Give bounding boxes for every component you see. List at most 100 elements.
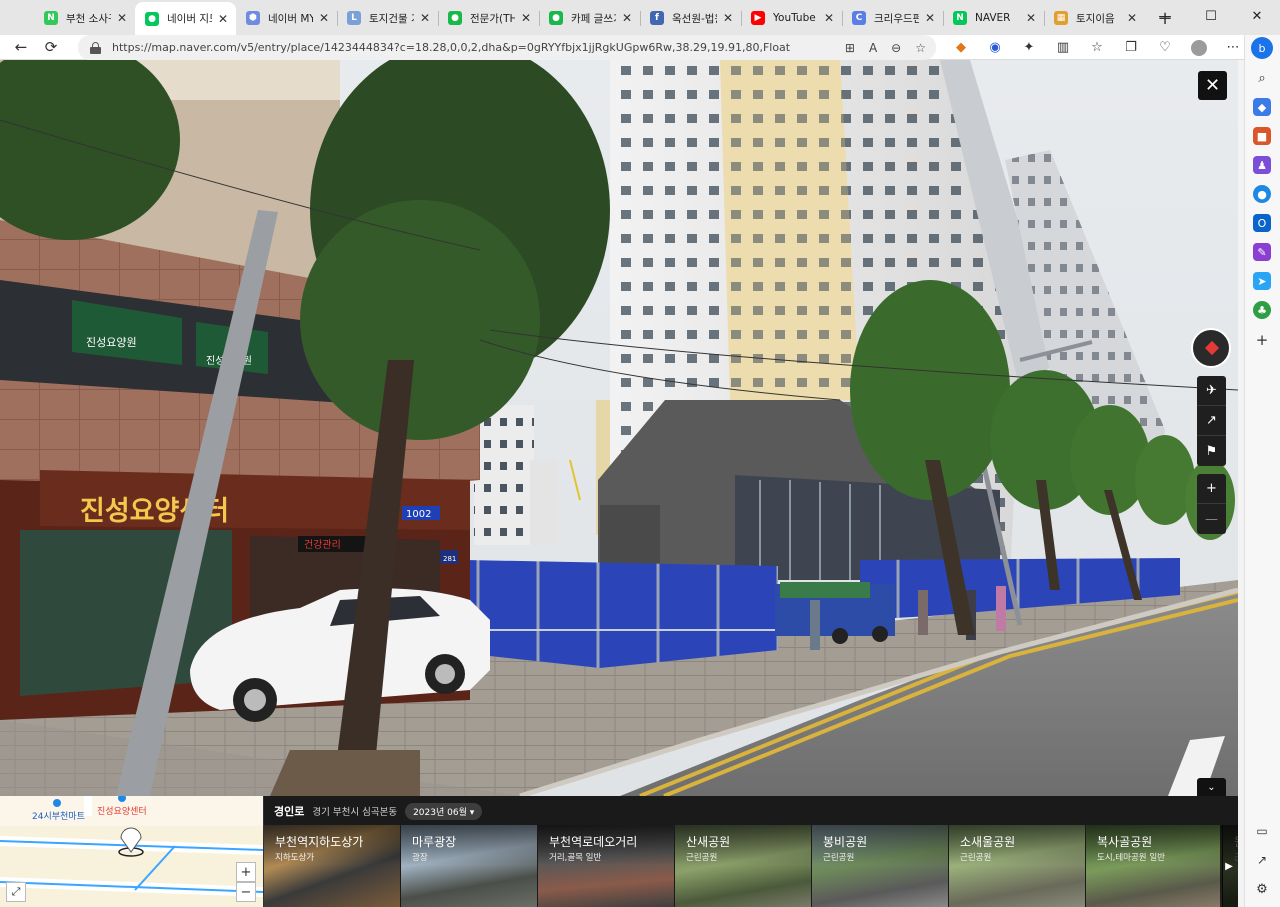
tree-icon[interactable]: ♣ (1253, 301, 1271, 319)
zoom-out-icon[interactable]: — (1197, 504, 1226, 534)
browser-tab[interactable]: N NAVER ✕ (943, 3, 1044, 33)
next-places-arrow-icon[interactable]: ▶ (1220, 825, 1238, 907)
street-view-image: 진성요양원 진성요양원 진성요양센터 1002 건강관리 281 (0, 60, 1238, 796)
microsoft-365-icon[interactable]: ● (1253, 185, 1271, 203)
favorite-star-icon[interactable]: ☆ (915, 41, 926, 55)
clinic-sign-1: 진성요양원 (86, 336, 137, 349)
tab-title: 전문가(THE (470, 12, 515, 25)
browser-tab[interactable]: ● 전문가(THE ✕ (438, 3, 539, 33)
collections-icon[interactable]: ❐ (1114, 35, 1148, 60)
close-street-view-button[interactable]: ✕ (1198, 71, 1227, 100)
browser-tab[interactable]: ⬢ 네이버 MYB ✕ (236, 3, 337, 33)
zoom-out-icon[interactable]: ⊖ (891, 41, 901, 55)
share-icon[interactable]: ↗ (1197, 406, 1226, 436)
close-tab-icon[interactable]: ✕ (418, 11, 432, 25)
place-card[interactable]: 봉비공원 근린공원 (812, 825, 948, 907)
place-name: 부천역지하도상가 (275, 835, 364, 849)
browser-tab[interactable]: f 옥선원-법원 ✕ (640, 3, 741, 33)
bing-copilot-icon[interactable]: b (1251, 37, 1273, 59)
sidebar-layout-icon[interactable]: ▭ (1253, 822, 1271, 840)
cafe-green-icon: ● (549, 11, 563, 25)
place-card[interactable]: 부천역지하도상가지하도상가 (264, 825, 400, 907)
games-icon[interactable]: ♟ (1253, 156, 1271, 174)
extensions-puzzle-icon[interactable]: ✦ (1012, 35, 1046, 60)
place-name: 소새울공원 (960, 835, 1016, 849)
place-card[interactable]: 소새울공원근린공원 (949, 825, 1085, 907)
outlook-icon[interactable]: O (1253, 214, 1271, 232)
place-card[interactable]: 마루광장 광장 (401, 825, 537, 907)
address-number-sign: 1002 (406, 509, 431, 520)
street-view-panorama[interactable]: 진성요양원 진성요양원 진성요양센터 1002 건강관리 281 (0, 60, 1238, 796)
zoom-in-icon[interactable]: + (1197, 474, 1226, 504)
close-tab-icon[interactable]: ✕ (115, 11, 129, 25)
browser-tab[interactable]: ● 카페 글쓰기 ✕ (539, 3, 640, 33)
mini-map-zoom-in-button[interactable]: + (236, 862, 256, 882)
compass-control[interactable] (1191, 328, 1231, 368)
metamask-extension-icon[interactable]: ◆ (944, 35, 978, 60)
designer-icon[interactable]: ✎ (1253, 243, 1271, 261)
add-sidebar-app-icon[interactable]: + (1253, 331, 1271, 349)
browser-tab[interactable]: C 크리우드펀 ✕ (842, 3, 943, 33)
refresh-icon[interactable]: ⟳ (36, 35, 66, 60)
close-tab-icon[interactable]: ✕ (923, 11, 937, 25)
place-category: 도시,테마공원 일반 (1097, 853, 1165, 863)
report-icon[interactable]: ⚑ (1197, 436, 1226, 466)
split-screen-icon[interactable]: ▥ (1046, 35, 1080, 60)
close-tab-icon[interactable]: ✕ (721, 11, 735, 25)
search-icon[interactable]: ⌕ (1253, 69, 1271, 87)
close-window-icon[interactable]: ✕ (1234, 0, 1280, 32)
place-category: 광장 (412, 853, 428, 863)
read-aloud-icon[interactable]: A (869, 41, 877, 55)
browser-tab[interactable]: ▦ 토지이음 ✕ (1044, 3, 1145, 33)
browser-tab[interactable]: L 토지건물 거 ✕ (337, 3, 438, 33)
house-number-plate: 281 (443, 555, 456, 563)
shopping-tag-icon[interactable]: ◆ (1253, 98, 1271, 116)
back-arrow-icon[interactable]: ← (6, 35, 36, 60)
mini-map[interactable]: 24시부천마트 진성요양센터 + − ⤢ (0, 796, 264, 907)
maximize-icon[interactable]: ☐ (1188, 0, 1234, 32)
aerial-view-icon[interactable]: ✈ (1197, 376, 1226, 406)
close-tab-icon[interactable]: ✕ (519, 11, 533, 25)
land-icon: L (347, 11, 361, 25)
location-address: 경기 부천시 심곡본동 (312, 807, 398, 818)
tab-title: 네이버 MYB (268, 12, 313, 25)
close-tab-icon[interactable]: ✕ (620, 11, 634, 25)
tools-briefcase-icon[interactable]: ■ (1253, 127, 1271, 145)
close-tab-icon[interactable]: ✕ (822, 11, 836, 25)
minimize-icon[interactable]: — (1142, 0, 1188, 32)
naver-n-icon: N (44, 11, 58, 25)
close-tab-icon[interactable]: ✕ (216, 12, 230, 26)
browser-essentials-icon[interactable]: ♡ (1148, 35, 1182, 60)
address-bar[interactable]: https://map.naver.com/v5/entry/place/142… (78, 35, 936, 60)
browser-tab[interactable]: ● 네이버 지도 ✕ (135, 2, 236, 35)
close-tab-icon[interactable]: ✕ (1024, 11, 1038, 25)
collapse-panel-chevron-icon[interactable]: ⌄ (1197, 778, 1226, 796)
place-category: 근린공원 (960, 853, 992, 863)
mini-map-expand-icon[interactable]: ⤢ (6, 882, 26, 902)
settings-gear-icon[interactable]: ⚙ (1253, 880, 1271, 898)
youtube-icon: ▶ (751, 11, 765, 25)
favorites-icon[interactable]: ☆ (1080, 35, 1114, 60)
mini-map-zoom-out-button[interactable]: − (236, 882, 256, 902)
drop-icon[interactable]: ➤ (1253, 272, 1271, 290)
tab-title: 옥선원-법원 (672, 12, 717, 25)
browser-tab[interactable]: N 부천 소사구 ✕ (34, 3, 135, 33)
grid-icon: ▦ (1054, 11, 1068, 25)
browser-tab[interactable]: ▶ YouTube ✕ (741, 3, 842, 33)
extension-circle-icon[interactable]: ◉ (978, 35, 1012, 60)
place-category: 거리,골목 일반 (549, 853, 602, 863)
place-card[interactable]: 산새공원 근린공원 (675, 825, 811, 907)
place-category: 지하도상가 (275, 853, 315, 863)
place-card[interactable]: 부천역로데오거리 거리,골목 일반 (538, 825, 674, 907)
external-link-icon[interactable]: ↗ (1253, 851, 1271, 869)
close-tab-icon[interactable]: ✕ (317, 11, 331, 25)
place-card[interactable]: 복사골공원 도시,테마공원 일반 (1086, 825, 1222, 907)
view-controls: ✈ ↗ ⚑ (1197, 376, 1226, 466)
tab-title: NAVER (975, 12, 1011, 24)
close-tab-icon[interactable]: ✕ (1125, 11, 1139, 25)
capture-date-dropdown[interactable]: 2023년 06월 ▾ (405, 802, 483, 820)
profile-icon[interactable] (1182, 35, 1216, 60)
mini-map-center-label: 진성요양센터 (97, 807, 147, 817)
app-available-icon[interactable]: ⊞ (845, 41, 855, 55)
naver-map-icon: ● (145, 11, 159, 26)
